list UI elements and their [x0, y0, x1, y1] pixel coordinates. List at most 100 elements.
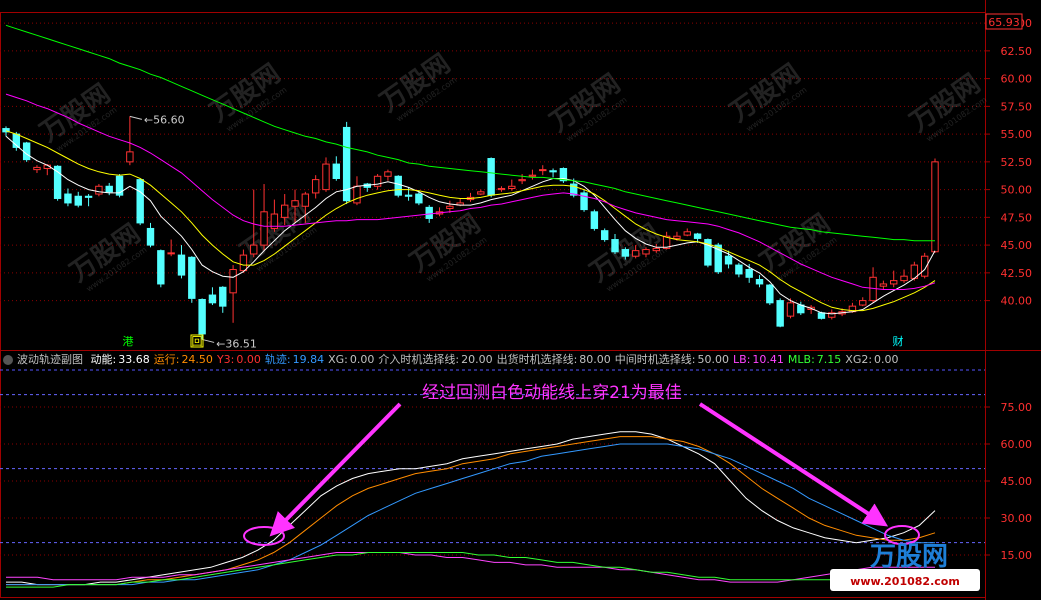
candle-up [33, 166, 41, 171]
indicator-name: 波动轨迹副图 [17, 353, 83, 366]
candle-up [931, 161, 939, 253]
candle-up [239, 254, 248, 272]
candle-up [497, 187, 506, 191]
indicator-value-item: MLB: 7.15 [788, 353, 841, 366]
candle-down [487, 158, 495, 196]
candle-up [539, 169, 547, 172]
candle-down [745, 269, 753, 278]
candle-down [198, 298, 206, 335]
candle-down [64, 193, 72, 204]
price-tick-label: 42.50 [1001, 267, 1033, 280]
indicator-settings-icon[interactable] [3, 355, 13, 365]
candle-down [136, 179, 144, 224]
current-price-label: 65.93 [988, 16, 1020, 29]
high-pointer [129, 115, 142, 120]
candle-down [157, 250, 165, 285]
watermark: 万股网www.201082.com [65, 219, 149, 294]
candle-down [817, 312, 826, 319]
candle-up [311, 179, 320, 194]
stock-chart[interactable]: 65.0062.5060.0057.5055.0052.5050.0047.50… [0, 0, 1041, 600]
candle-up [446, 205, 454, 209]
candle-down [735, 264, 743, 275]
indicator-item-value: 0.00 [349, 353, 375, 366]
price-tick-label: 60.00 [1001, 73, 1033, 86]
price-tick-label: 62.50 [1001, 45, 1033, 58]
indicator-value-item: XG2: 0.00 [845, 353, 898, 366]
candle-up [890, 280, 898, 285]
high-label: ←56.60 [144, 113, 185, 126]
candle-down [146, 227, 155, 246]
low-pointer [202, 338, 215, 343]
signal-marker: 回 [192, 335, 203, 348]
watermark: 万股网www.201082.com [725, 59, 809, 134]
candle-up [518, 179, 526, 182]
indicator-item-label: XG2: [845, 353, 873, 366]
price-tick-label: 52.50 [1001, 156, 1033, 169]
indicator-item-value: 24.50 [181, 353, 213, 366]
candle-up [95, 185, 103, 195]
candle-up [250, 244, 258, 255]
candle-down [621, 249, 630, 257]
signal-marker: 财 [893, 334, 904, 348]
candle-up [353, 185, 361, 204]
indicator-header: 波动轨迹副图 动能: 33.68 运行: 24.50 Y3: 0.00 轨迹: 19.84 XG… [0, 351, 985, 369]
watermark: 万股网www.201082.com [375, 49, 459, 124]
indicator-item-label: 中间时机选择线: [614, 353, 696, 366]
indicator-series-line [6, 431, 936, 586]
ind-tick-label: 60.00 [1001, 438, 1033, 451]
candle-up [477, 191, 485, 195]
indicator-item-label: Y3: [216, 353, 235, 366]
candle-down [600, 230, 609, 241]
candle-up [642, 249, 650, 255]
candle-up [859, 300, 867, 306]
candle-up [260, 211, 268, 246]
ind-tick-label: 45.00 [1001, 475, 1033, 488]
indicator-item-label: 运行: [153, 353, 180, 366]
candle-down [53, 165, 62, 199]
indicator-item-label: LB: [733, 353, 751, 366]
candle-up [126, 151, 134, 163]
candle-up [879, 283, 888, 287]
indicator-value-item: 动能: 33.68 [91, 353, 150, 366]
price-tick-label: 57.50 [1001, 100, 1033, 113]
candle-down [105, 185, 113, 193]
candle-down [22, 142, 31, 161]
indicator-item-value: 19.84 [292, 353, 325, 366]
watermark: 万股网www.201082.com [545, 69, 629, 144]
candle-down [590, 211, 599, 229]
candle-up [167, 252, 175, 255]
low-label: ←36.51 [216, 337, 257, 350]
chart-frame [0, 12, 986, 598]
indicator-item-label: 介入时机选择线: [378, 353, 460, 366]
indicator-value-item: 出货时机选择线: 80.00 [497, 353, 611, 366]
price-tick-label: 40.00 [1001, 295, 1033, 308]
candle-up [683, 231, 691, 236]
candle-down [404, 194, 413, 197]
watermark: 万股网www.201082.com [35, 79, 119, 154]
candle-down [724, 255, 733, 265]
candle-up [900, 275, 908, 282]
candle-down [332, 163, 341, 180]
watermark: 万股网www.201082.com [585, 219, 669, 294]
candle-down [549, 170, 557, 173]
ind-tick-label: 30.00 [1001, 512, 1033, 525]
indicator-item-value: 20.00 [461, 353, 493, 366]
indicator-value-item: 运行: 24.50 [154, 353, 213, 366]
indicator-series-line [6, 552, 935, 583]
candle-down [84, 195, 93, 198]
indicator-value-item: 介入时机选择线: 20.00 [378, 353, 492, 366]
candle-down [74, 195, 82, 206]
candle-up [229, 269, 237, 294]
watermark: 万股网www.201082.com [755, 209, 839, 284]
ind-tick-label: 75.00 [1001, 401, 1033, 414]
candle-up [322, 163, 330, 191]
ind-tick-label: 15.00 [1001, 549, 1033, 562]
candle-up [631, 250, 640, 257]
price-tick-label: 55.00 [1001, 128, 1033, 141]
indicator-item-label: XG: [328, 353, 348, 366]
brand-badge: 万股网 www.201082.com [830, 542, 980, 591]
indicator-item-value: 33.68 [118, 353, 150, 366]
indicator-value-item: LB: 10.41 [733, 353, 784, 366]
indicator-series-line [6, 552, 935, 588]
candle-up [786, 302, 795, 317]
